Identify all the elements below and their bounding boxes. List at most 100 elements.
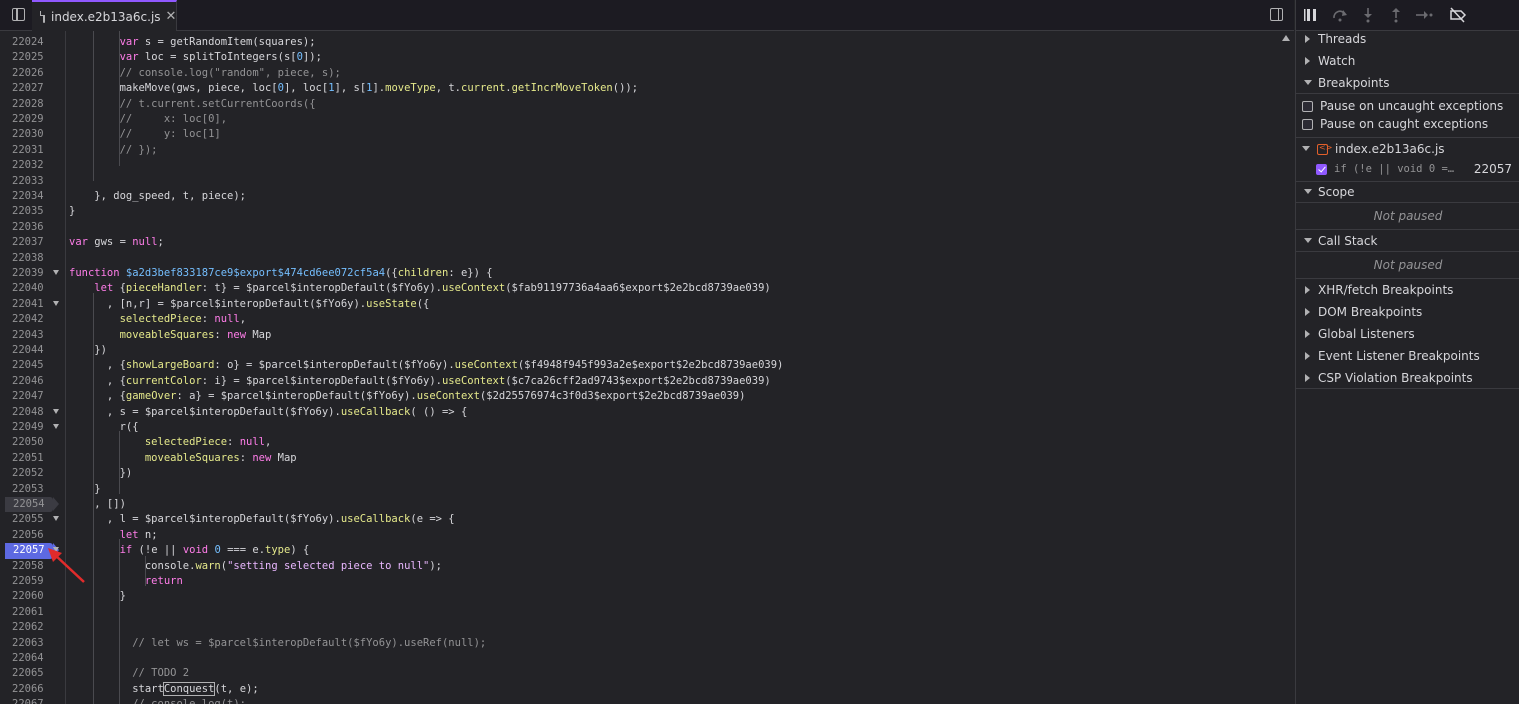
line-number[interactable]: 22054	[0, 497, 65, 513]
code-line: moveableSquares: new Map	[69, 451, 297, 466]
toggle-debugger-panel-icon[interactable]	[1264, 5, 1288, 25]
fold-toggle-icon[interactable]	[53, 424, 59, 429]
fold-toggle-icon[interactable]	[53, 300, 59, 306]
fold-toggle-icon[interactable]	[53, 516, 59, 522]
threads-section[interactable]: Threads	[1296, 28, 1519, 50]
line-number[interactable]: 22067	[0, 697, 65, 704]
line-number-label: 22042	[12, 313, 44, 326]
line-number[interactable]: 22030	[0, 127, 65, 142]
line-number[interactable]: 22051	[0, 451, 65, 466]
code-line: // console.log(t);	[69, 697, 246, 704]
line-number[interactable]: 22050	[0, 435, 65, 450]
event-listener-breakpoints-section[interactable]: Event Listener Breakpoints	[1296, 345, 1519, 367]
global-listeners-section[interactable]: Global Listeners	[1296, 323, 1519, 345]
line-number[interactable]: 22066	[0, 682, 65, 697]
line-number[interactable]: 22061	[0, 605, 65, 620]
line-number[interactable]: 22025	[0, 50, 65, 65]
line-number[interactable]: 22055	[0, 512, 65, 527]
line-number[interactable]: 22046	[0, 374, 65, 389]
code-line: , {showLargeBoard: o} = $parcel$interopD…	[69, 358, 783, 373]
scroll-up-icon[interactable]	[1282, 35, 1290, 41]
line-number[interactable]: 22041	[0, 297, 65, 312]
line-number[interactable]: 22058	[0, 559, 65, 574]
xhr-breakpoints-section[interactable]: XHR/fetch Breakpoints	[1296, 279, 1519, 301]
line-number[interactable]: 22064	[0, 651, 65, 666]
step-out-icon[interactable]	[1386, 6, 1406, 24]
line-number[interactable]: 22032	[0, 158, 65, 173]
deactivate-breakpoints-icon[interactable]	[1448, 6, 1468, 24]
line-number-gutter[interactable]: 22024 22025 22026 22027 22028 22029 22030 22031…	[0, 31, 66, 704]
dom-breakpoints-section[interactable]: DOM Breakpoints	[1296, 301, 1519, 323]
breakpoints-section[interactable]: Breakpoints	[1296, 72, 1519, 94]
line-number[interactable]: 22027	[0, 81, 65, 96]
line-number[interactable]: 22037	[0, 235, 65, 250]
line-number-label: 22055	[12, 513, 44, 526]
line-number[interactable]: 22063	[0, 636, 65, 651]
csp-violation-breakpoints-section[interactable]: CSP Violation Breakpoints	[1296, 367, 1519, 389]
line-number-label: 22063	[12, 636, 44, 649]
breakpoint-line-number[interactable]: 22057	[0, 543, 65, 559]
editor-scrollbar[interactable]	[1279, 31, 1294, 704]
line-number[interactable]: 22043	[0, 328, 65, 343]
line-number-label: 22044	[12, 344, 44, 356]
pause-icon[interactable]	[1302, 6, 1322, 24]
line-number[interactable]: 22044	[0, 343, 65, 358]
step-in-icon[interactable]	[1358, 6, 1378, 24]
toggle-sources-panel-icon[interactable]	[6, 5, 30, 25]
breakpoint-item[interactable]: if (!e || void 0 =… 22057	[1296, 160, 1519, 178]
line-number[interactable]: 22034	[0, 189, 65, 204]
run-to-icon[interactable]	[1414, 6, 1434, 24]
pause-caught-row[interactable]: Pause on caught exceptions	[1296, 115, 1519, 133]
line-number[interactable]: 22065	[0, 666, 65, 681]
line-number-label: 22052	[12, 467, 44, 480]
fold-toggle-icon[interactable]	[53, 547, 59, 553]
line-number-label: 22032	[12, 159, 44, 172]
close-tab-icon[interactable]: ✕	[166, 9, 177, 24]
line-number[interactable]: 22059	[0, 574, 65, 589]
line-number[interactable]: 22024	[0, 35, 65, 50]
code-area[interactable]: var s = getRandomItem(squares); var loc …	[67, 31, 1279, 704]
line-number[interactable]: 22029	[0, 112, 65, 127]
line-number[interactable]: 22035	[0, 204, 65, 219]
event-listener-breakpoints-label: Event Listener Breakpoints	[1318, 349, 1480, 363]
code-token: ].	[372, 82, 386, 95]
line-number[interactable]: 22033	[0, 174, 65, 189]
line-number[interactable]: 22040	[0, 281, 65, 296]
scope-section[interactable]: Scope	[1296, 181, 1519, 203]
line-number-label: 22054	[5, 497, 59, 513]
line-number-label: 22050	[12, 436, 44, 449]
line-number[interactable]: 22048	[0, 405, 65, 420]
breakpoint-file-row[interactable]: <> index.e2b13a6c.js	[1296, 140, 1519, 158]
line-number[interactable]: 22028	[0, 97, 65, 112]
code-token: selectedPiece	[119, 313, 202, 326]
line-number[interactable]: 22038	[0, 251, 65, 266]
call-stack-section[interactable]: Call Stack	[1296, 230, 1519, 252]
code-line: // t.current.setCurrentCoords({	[69, 97, 316, 112]
watch-section[interactable]: Watch	[1296, 50, 1519, 72]
line-number[interactable]: 22062	[0, 620, 65, 635]
line-number[interactable]: 22039	[0, 266, 65, 281]
line-number[interactable]: 22045	[0, 358, 65, 373]
line-number[interactable]: 22053	[0, 482, 65, 497]
line-number[interactable]: 22049	[0, 420, 65, 435]
breakpoint-enabled-checkbox[interactable]	[1316, 163, 1327, 175]
line-number[interactable]: 22026	[0, 66, 65, 81]
line-number[interactable]: 22042	[0, 312, 65, 327]
line-number[interactable]: 22036	[0, 220, 65, 235]
code-token: useContext	[441, 374, 506, 387]
step-over-icon[interactable]	[1330, 6, 1350, 24]
pause-uncaught-row[interactable]: Pause on uncaught exceptions	[1296, 97, 1519, 115]
line-number[interactable]: 22060	[0, 589, 65, 604]
line-number[interactable]: 22047	[0, 389, 65, 404]
fold-toggle-icon[interactable]	[53, 408, 59, 414]
line-number[interactable]: 22031	[0, 143, 65, 158]
pause-uncaught-checkbox[interactable]	[1302, 100, 1313, 112]
line-number[interactable]: 22052	[0, 466, 65, 481]
fold-toggle-icon[interactable]	[53, 270, 59, 275]
code-token: current	[461, 82, 506, 95]
line-number[interactable]: 22056	[0, 528, 65, 543]
code-token: type	[265, 544, 291, 557]
editor-tab[interactable]: index.e2b13a6c.js ✕	[32, 0, 177, 31]
pause-caught-checkbox[interactable]	[1302, 118, 1313, 130]
